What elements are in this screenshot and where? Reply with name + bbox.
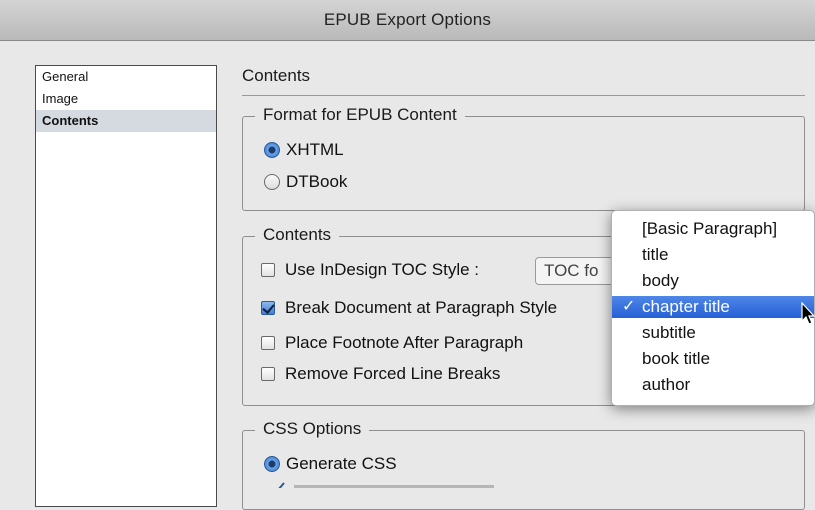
radio-xhtml-label: XHTML [286,140,344,159]
radio-selected-icon [264,456,280,472]
checkbox-line-breaks-label: Remove Forced Line Breaks [285,364,501,383]
radio-xhtml[interactable]: XHTML [264,140,344,160]
window-title: EPUB Export Options [323,10,492,29]
menu-item-author[interactable]: author [612,374,814,396]
css-options-legend: CSS Options [255,419,370,439]
menu-item-title[interactable]: title [612,244,814,266]
checkbox-place-footnote[interactable]: Place Footnote After Paragraph [261,333,523,353]
radio-dtbook-label: DTBook [286,172,348,191]
checkbox-unchecked-icon [261,336,275,350]
sidebar-item-image[interactable]: Image [36,88,216,110]
menu-item-body[interactable]: body [612,270,814,292]
window-titlebar[interactable]: EPUB Export Options [0,0,815,41]
checkbox-footnote-label: Place Footnote After Paragraph [285,333,524,352]
mouse-pointer-icon [801,302,815,325]
radio-unselected-icon [264,174,280,190]
contents-group-legend: Contents [255,225,340,245]
paragraph-style-popup-menu: [Basic Paragraph] title body ✓ chapter t… [611,210,815,406]
format-group-legend: Format for EPUB Content [255,105,465,125]
menu-item-chapter-title-label: chapter title [642,297,730,316]
checkmark-icon: ✓ [622,298,636,315]
menu-item-subtitle[interactable]: subtitle [612,322,814,344]
radio-generate-css[interactable]: Generate CSS [264,454,397,474]
format-group: Format for EPUB Content [242,105,805,211]
radio-generate-css-label: Generate CSS [286,454,397,473]
section-divider [242,95,805,96]
checkbox-unchecked-icon [261,263,275,277]
checkbox-use-toc-style[interactable]: Use InDesign TOC Style : [261,260,479,280]
menu-item-chapter-title[interactable]: ✓ chapter title [612,296,814,318]
radio-dtbook[interactable]: DTBook [264,172,347,192]
partially-visible-option [264,478,524,488]
checkbox-unchecked-icon [261,367,275,381]
checkbox-checked-icon [261,301,275,315]
menu-item-basic-paragraph[interactable]: [Basic Paragraph] [612,218,814,240]
sidebar-item-general[interactable]: General [36,66,216,88]
checkbox-use-toc-label: Use InDesign TOC Style : [285,260,480,279]
category-sidebar: General Image Contents [35,65,217,507]
menu-item-book-title[interactable]: book title [612,348,814,370]
checkbox-remove-line-breaks[interactable]: Remove Forced Line Breaks [261,364,500,384]
sidebar-item-contents[interactable]: Contents [36,110,216,132]
checkbox-break-document[interactable]: Break Document at Paragraph Style [261,298,557,318]
radio-selected-icon [264,142,280,158]
checkbox-break-label: Break Document at Paragraph Style [285,298,558,317]
section-title: Contents [242,66,311,85]
